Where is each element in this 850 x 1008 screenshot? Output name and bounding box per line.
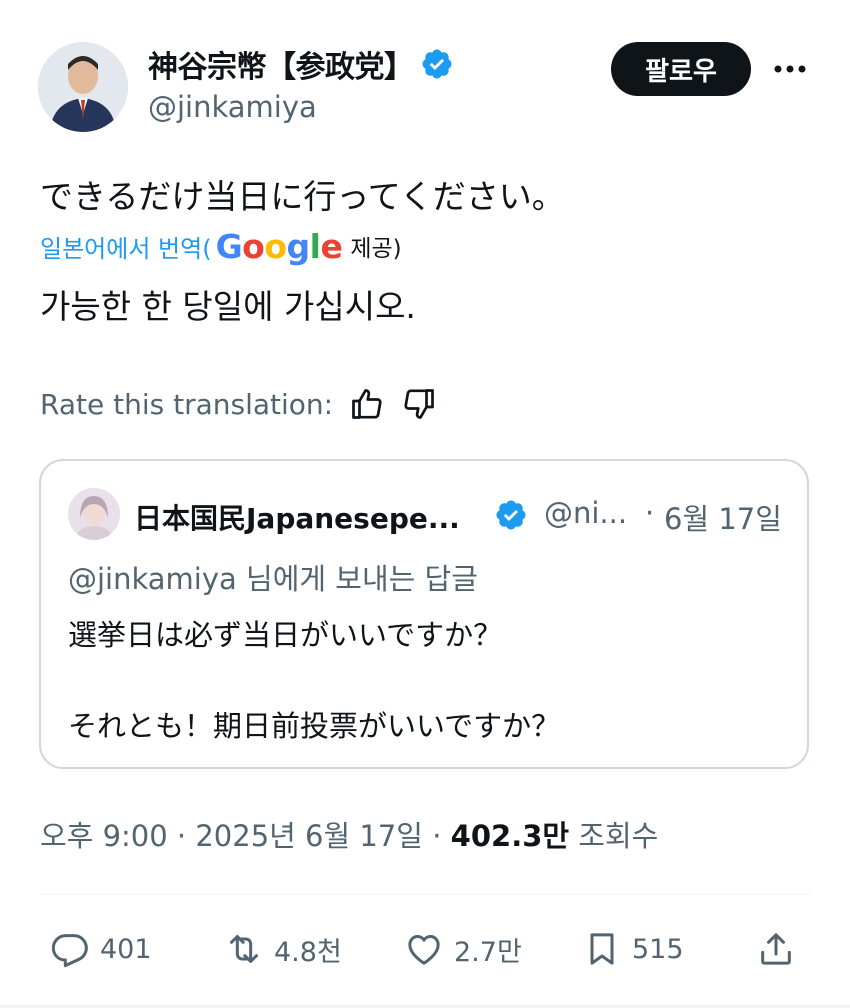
reply-icon <box>51 934 88 968</box>
quoted-text-line-1: 選挙日は必ず当日がいいですか？ <box>68 618 503 652</box>
quoted-author-avatar[interactable] <box>68 488 120 540</box>
quoted-handle[interactable]: @ni... <box>544 496 627 530</box>
share-icon <box>761 933 791 965</box>
repost-button[interactable]: 4.8천 <box>224 926 342 972</box>
thumbs-down-icon[interactable] <box>401 386 437 422</box>
quoted-verified-badge-icon <box>496 500 526 530</box>
bookmark-icon <box>590 933 614 965</box>
bookmark-button[interactable]: 515 <box>582 926 684 972</box>
more-horizontal-icon[interactable] <box>770 54 810 84</box>
tweet-time[interactable]: 오후 9:00 <box>40 819 168 853</box>
author-handle[interactable]: @jinkamiya <box>148 90 317 124</box>
reply-count: 401 <box>100 933 152 965</box>
quoted-separator: · <box>645 496 655 530</box>
translated-text: 가능한 한 당일에 가십시오. <box>40 287 416 326</box>
quoted-text-line-2: それとも！期日前投票がいいですか？ <box>68 709 561 743</box>
meta-separator-2: · <box>423 819 451 853</box>
share-button[interactable] <box>756 926 806 972</box>
reply-context: @jinkamiya 님에게 보내는 답글 <box>68 556 478 598</box>
quoted-display-name[interactable]: 日本国民Japanesepe... <box>134 497 460 537</box>
reply-to-suffix: 님에게 보내는 답글 <box>236 562 478 596</box>
rate-translation-label: Rate this translation: <box>40 387 334 421</box>
divider <box>40 894 810 895</box>
like-count: 2.7만 <box>454 936 522 968</box>
translation-provided-by: 제공) <box>350 236 402 262</box>
thumbs-up-icon[interactable] <box>349 386 385 422</box>
author-avatar[interactable] <box>38 42 128 132</box>
heart-icon <box>408 935 440 965</box>
reply-to-handle[interactable]: @jinkamiya <box>68 562 237 596</box>
follow-button[interactable]: 팔로우 <box>611 42 751 96</box>
google-logo: Google <box>215 226 343 266</box>
tweet-text: できるだけ当日に行ってください。 <box>40 177 565 216</box>
translation-attribution: 일본어에서 번역( Google 제공) <box>40 226 402 266</box>
like-button[interactable]: 2.7만 <box>404 926 522 972</box>
bookmark-count: 515 <box>632 933 684 965</box>
quoted-date[interactable]: 6월 17일 <box>664 496 782 538</box>
author-display-name[interactable]: 神谷宗幣【参政党】 <box>148 42 414 86</box>
author-name-row: 神谷宗幣【参政党】 <box>148 42 454 86</box>
meta-separator-1: · <box>167 819 196 853</box>
verified-badge-icon <box>421 49 452 79</box>
repost-count: 4.8천 <box>274 936 342 968</box>
reply-button[interactable]: 401 <box>50 926 152 972</box>
view-count-label: 조회수 <box>569 819 659 853</box>
rate-translation: Rate this translation: <box>40 384 437 424</box>
tweet-date[interactable]: 2025년 6월 17일 <box>195 819 423 853</box>
repost-icon <box>230 935 258 963</box>
translation-label[interactable]: 일본어에서 번역( <box>40 229 212 264</box>
view-count: 402.3만 <box>450 819 570 853</box>
tweet-meta: 오후 9:00 · 2025년 6월 17일 · 402.3만 조회수 <box>40 813 658 855</box>
